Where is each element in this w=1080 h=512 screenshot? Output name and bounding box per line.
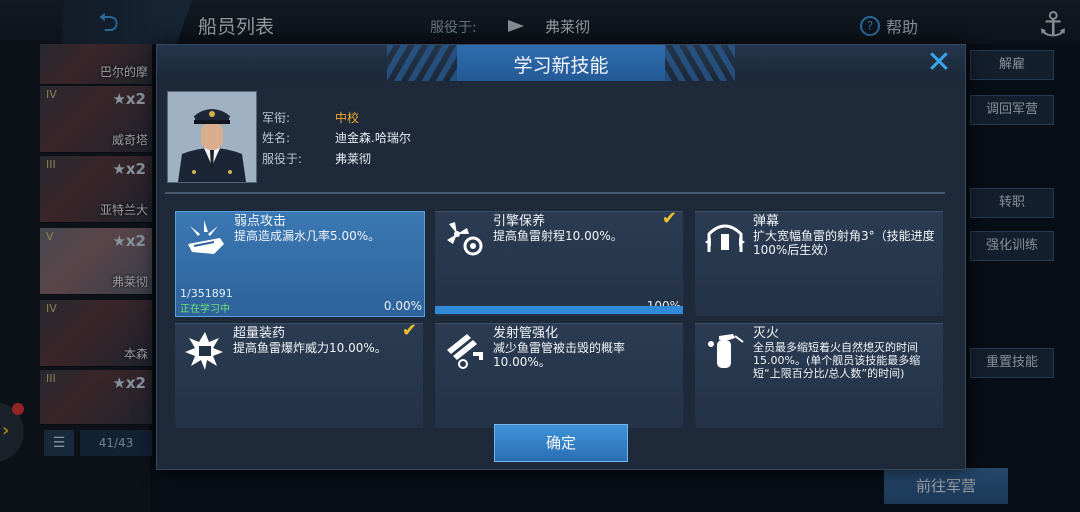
rank-label: 军衔: [262, 111, 291, 125]
rank-value: 中校 [335, 111, 360, 125]
skill-desc: 减少鱼雷管被击毁的概率10.00%。 [493, 341, 626, 369]
skill-progress-bar [435, 306, 683, 314]
skill-desc: 提高造成漏水几率5.00%。 [234, 229, 381, 243]
skill-name: 弱点攻击 [234, 214, 287, 229]
skill-desc: 全员最多缩短着火自然熄灭的时间15.00%。(单个舰员该技能最多缩短“上限百分比… [753, 341, 921, 380]
skill-desc: 扩大宽幅鱼雷的射角3°（技能进度100%后生效） [753, 229, 935, 257]
dialog-header: 学习新技能 ✕ [157, 45, 965, 81]
skill-status: 正在学习中 [180, 304, 230, 315]
serve-label: 服役于: [262, 152, 303, 166]
crew-portrait [167, 91, 257, 183]
overcharge-icon [183, 330, 227, 370]
skill-card-firefight[interactable]: 灭火 全员最多缩短着火自然熄灭的时间15.00%。(单个舰员该技能最多缩短“上限… [695, 323, 943, 428]
skill-progress-label: 0.00% [383, 299, 422, 313]
skill-name: 弹幕 [753, 214, 780, 229]
skill-card-launcher[interactable]: 发射管强化 减少鱼雷管被击毁的概率10.00%。 [435, 323, 683, 428]
learn-skill-dialog: 学习新技能 ✕ 军衔: 中校 姓名: 迪金森.哈瑞尔 服役于: 弗莱彻 弱点攻击… [156, 44, 966, 470]
skill-card-overcharge[interactable]: 超量装药 ✔ 提高鱼雷爆炸威力10.00%。 [175, 320, 423, 428]
skill-card-weakpoint[interactable]: 弱点攻击 提高造成漏水几率5.00%。 1/351891 正在学习中 0.00% [175, 211, 425, 317]
skill-desc: 提高鱼雷射程10.00%。 [493, 229, 623, 243]
skill-name: 引擎保养 [493, 214, 546, 229]
divider [165, 192, 945, 194]
name-label: 姓名: [262, 131, 291, 145]
engine-icon [443, 218, 487, 258]
extinguisher-icon [703, 330, 747, 370]
confirm-button[interactable]: 确定 [494, 424, 628, 462]
skill-desc: 提高鱼雷爆炸威力10.00%。 [233, 341, 387, 355]
serve-value: 弗莱彻 [335, 152, 372, 166]
name-value: 迪金森.哈瑞尔 [335, 131, 411, 145]
weakpoint-icon [184, 218, 228, 258]
barrage-icon [703, 218, 747, 258]
learned-check-icon: ✔ [661, 208, 677, 229]
skill-progress-fill [435, 306, 683, 314]
learned-check-icon: ✔ [401, 320, 417, 341]
skill-card-engine[interactable]: 引擎保养 ✔ 提高鱼雷射程10.00%。 100% [435, 208, 683, 316]
skill-exp: 1/351891 [180, 287, 233, 300]
skill-name: 灭火 [753, 326, 780, 341]
skill-card-barrage[interactable]: 弹幕 扩大宽幅鱼雷的射角3°（技能进度100%后生效） [695, 211, 943, 316]
skill-name: 超量装药 [233, 326, 286, 341]
close-icon[interactable]: ✕ [921, 47, 957, 79]
skill-name: 发射管强化 [493, 326, 559, 341]
dialog-title: 学习新技能 [513, 55, 609, 77]
tube-icon [443, 330, 487, 370]
